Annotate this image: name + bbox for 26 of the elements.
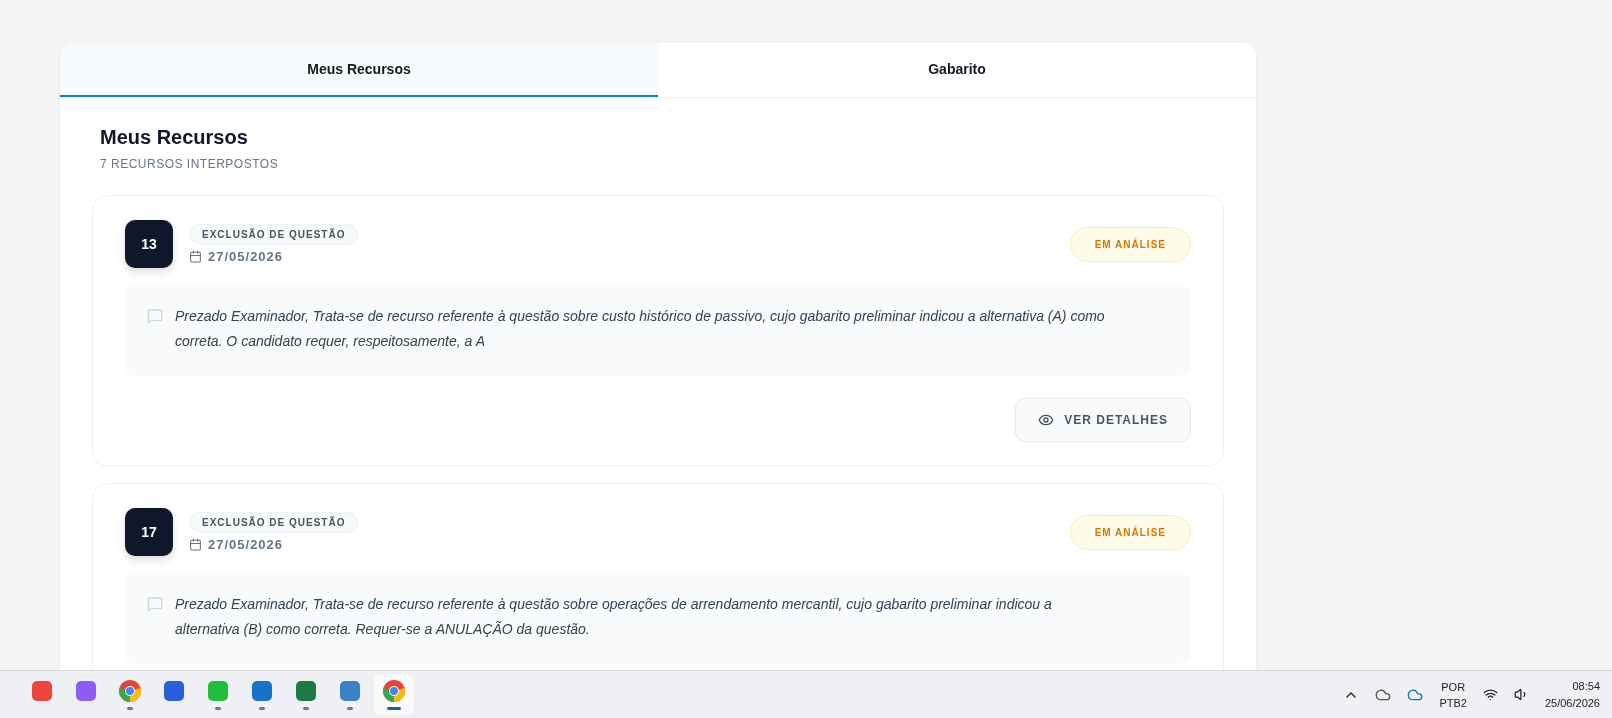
- browser-icon: [118, 679, 142, 703]
- taskbar-app[interactable]: [374, 674, 414, 715]
- browser-icon: [382, 679, 406, 703]
- calendar-icon: [189, 538, 202, 551]
- appeal-type-tag: EXCLUSÃO DE QUESTÃO: [189, 224, 359, 245]
- eye-icon: [1038, 412, 1055, 428]
- tab[interactable]: Gabarito: [658, 43, 1256, 97]
- section-subtitle: 7 RECURSOS INTERPOSTOS: [100, 157, 280, 171]
- input-language[interactable]: POR PTB2: [1439, 678, 1467, 711]
- calendar-icon: [189, 250, 202, 263]
- question-number: 17: [125, 508, 173, 556]
- tab[interactable]: Meus Recursos: [60, 43, 658, 97]
- status-badge: EM ANÁLISE: [1069, 514, 1191, 550]
- appeal-date: 27/05/2026: [208, 537, 284, 552]
- wifi-icon[interactable]: [1482, 687, 1498, 702]
- clock[interactable]: 08:54 25/06/2026: [1544, 677, 1600, 712]
- appeal-text: Prezado Examinador, Trata-se de recurso referente à questão sobre custo histórico de passivo, cujo gabarito preliminar indicou a alternativa (A) como correta. O candidato requer, respeitosamente, a A: [175, 307, 1106, 351]
- details-button[interactable]: VER DETALHES: [1015, 398, 1191, 442]
- appeal-type-tag: EXCLUSÃO DE QUESTÃO: [189, 512, 359, 533]
- section-title: Meus Recursos: [100, 126, 249, 149]
- comment-icon: [147, 308, 163, 324]
- appeal-date: 27/05/2026: [208, 249, 284, 264]
- status-badge: EM ANÁLISE: [1069, 226, 1191, 262]
- comment-icon: [147, 596, 163, 612]
- appeal-text: Prezado Examinador, Trata-se de recurso referente à questão sobre operações de arrendamento mercantil, cujo gabarito preliminar indicou a alternativa (B) como correta. Requer-se a ANULAÇÃO da questão.: [175, 595, 1053, 639]
- question-number: 13: [125, 220, 173, 268]
